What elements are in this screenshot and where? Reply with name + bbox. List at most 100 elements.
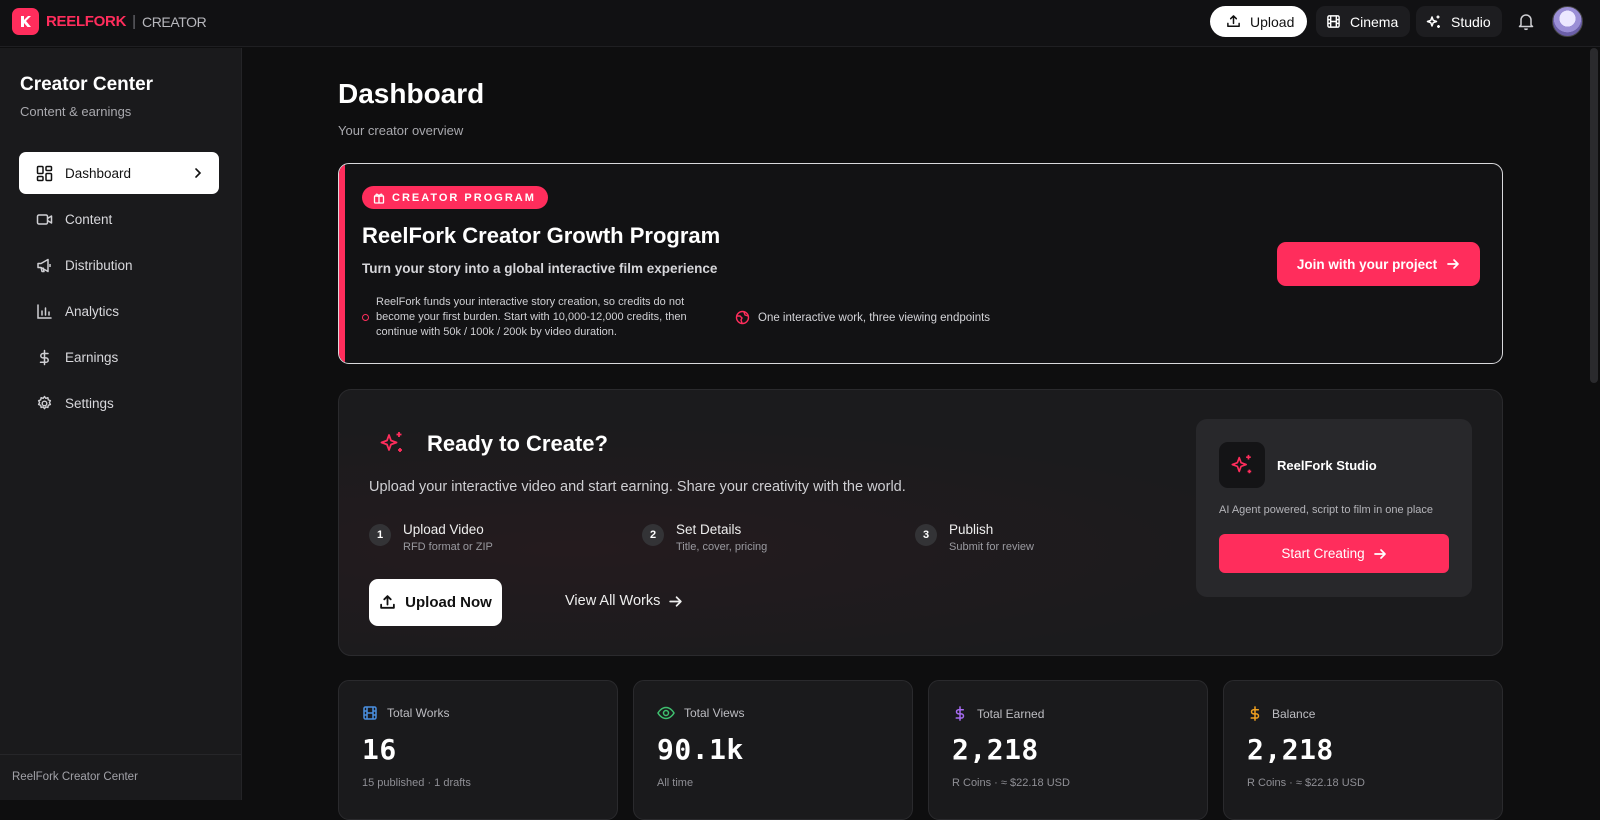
sidebar-footer: ReelFork Creator Center bbox=[0, 754, 241, 800]
join-with-project-button[interactable]: Join with your project bbox=[1277, 242, 1480, 286]
bullet-dot-icon bbox=[362, 314, 369, 321]
upload-button[interactable]: Upload bbox=[1210, 6, 1307, 37]
user-avatar[interactable] bbox=[1552, 6, 1583, 37]
sidebar-item-earnings[interactable]: Earnings bbox=[19, 336, 219, 378]
brand-section: CREATOR bbox=[142, 13, 207, 30]
film-icon bbox=[363, 706, 377, 720]
ready-to-create-card: Ready to Create? Upload your interactive… bbox=[338, 389, 1503, 656]
step-publish: 3 Publish Submit for review bbox=[915, 522, 1034, 553]
sidebar-item-label: Earnings bbox=[65, 349, 119, 365]
sidebar-item-label: Dashboard bbox=[65, 165, 132, 181]
ready-title: Ready to Create? bbox=[427, 431, 608, 456]
cinema-button-label: Cinema bbox=[1350, 13, 1399, 30]
start-creating-label: Start Creating bbox=[1281, 546, 1365, 561]
sidebar-item-distribution[interactable]: Distribution bbox=[19, 244, 219, 286]
upload-icon bbox=[1227, 15, 1240, 27]
accent-bar bbox=[339, 164, 345, 363]
arrow-right-icon bbox=[1447, 259, 1459, 269]
sidebar-item-label: Analytics bbox=[65, 303, 120, 319]
join-button-label: Join with your project bbox=[1296, 256, 1438, 272]
upload-now-button[interactable]: Upload Now bbox=[369, 579, 502, 626]
studio-button-label: Studio bbox=[1451, 13, 1491, 30]
stat-value: 2,218 bbox=[952, 733, 1039, 766]
upload-button-label: Upload bbox=[1250, 13, 1295, 30]
sidebar-item-analytics[interactable]: Analytics bbox=[19, 290, 219, 332]
step-subtitle: RFD format or ZIP bbox=[403, 541, 493, 553]
stat-card-total-works: Total Works 16 15 published · 1 drafts bbox=[338, 680, 618, 820]
dollar-icon bbox=[1250, 706, 1260, 721]
globe-icon bbox=[735, 310, 750, 325]
brand-logo[interactable]: REELFORK | CREATOR bbox=[12, 8, 207, 35]
sidebar: Creator Center Content & earnings Dashbo… bbox=[0, 48, 242, 800]
promo-bullet-endpoints: One interactive work, three viewing endp… bbox=[735, 310, 990, 325]
brand-separator: | bbox=[132, 13, 137, 30]
sidebar-item-label: Content bbox=[65, 211, 113, 227]
studio-description: AI Agent powered, script to film in one … bbox=[1219, 504, 1434, 516]
stat-label: Total Works bbox=[387, 706, 450, 720]
stat-label: Balance bbox=[1272, 706, 1316, 721]
page-title: Dashboard bbox=[338, 78, 485, 109]
gear-icon bbox=[37, 395, 52, 409]
page-subtitle: Your creator overview bbox=[338, 123, 464, 138]
promo-bullet-text: One interactive work, three viewing endp… bbox=[758, 311, 991, 324]
step-subtitle: Submit for review bbox=[949, 541, 1034, 553]
stat-subtext: R Coins · ≈ $22.18 USD bbox=[952, 777, 1070, 789]
top-bar: REELFORK | CREATOR Upload Cinema Studio bbox=[0, 0, 1600, 47]
sidebar-subtitle: Content & earnings bbox=[20, 104, 132, 119]
dollar-icon bbox=[39, 349, 49, 365]
ready-description: Upload your interactive video and start … bbox=[369, 479, 906, 495]
notifications-bell-icon[interactable] bbox=[1517, 12, 1535, 31]
step-title: Set Details bbox=[676, 522, 742, 537]
sparkles-icon bbox=[1219, 442, 1265, 488]
step-number: 3 bbox=[915, 524, 937, 546]
dashboard-icon bbox=[36, 165, 53, 181]
dollar-icon bbox=[955, 706, 965, 721]
sidebar-item-settings[interactable]: Settings bbox=[19, 382, 219, 424]
arrow-right-icon bbox=[669, 595, 683, 607]
stat-value: 16 bbox=[362, 733, 397, 766]
stat-card-balance: Balance 2,218 R Coins · ≈ $22.18 USD bbox=[1223, 680, 1503, 820]
studio-button[interactable]: Studio bbox=[1416, 6, 1502, 37]
stat-subtext: All time bbox=[657, 777, 694, 789]
sidebar-item-label: Distribution bbox=[65, 257, 133, 273]
creator-program-card: CREATOR PROGRAM ReelFork Creator Growth … bbox=[338, 163, 1503, 364]
gift-icon bbox=[373, 192, 385, 204]
chevron-right-icon bbox=[195, 168, 202, 178]
studio-name: ReelFork Studio bbox=[1277, 458, 1377, 473]
cinema-button[interactable]: Cinema bbox=[1316, 6, 1410, 37]
step-number: 2 bbox=[642, 524, 664, 546]
step-number: 1 bbox=[369, 524, 391, 546]
page-scrollbar[interactable] bbox=[1590, 48, 1598, 383]
promo-bullet-funding: ReelFork funds your interactive story cr… bbox=[362, 295, 721, 340]
stat-value: 2,218 bbox=[1247, 733, 1334, 766]
sidebar-item-dashboard[interactable]: Dashboard bbox=[19, 152, 219, 194]
stat-card-total-views: Total Views 90.1k All time bbox=[633, 680, 913, 820]
arrow-right-icon bbox=[1373, 548, 1386, 559]
step-upload-video: 1 Upload Video RFD format or ZIP bbox=[369, 522, 493, 553]
stat-value: 90.1k bbox=[657, 733, 744, 766]
stat-subtext: 15 published · 1 drafts bbox=[362, 777, 471, 789]
badge-label: CREATOR PROGRAM bbox=[392, 191, 536, 204]
sidebar-item-content[interactable]: Content bbox=[19, 198, 219, 240]
stat-label: Total Earned bbox=[977, 706, 1045, 721]
reelfork-logo-icon bbox=[12, 8, 39, 35]
step-set-details: 2 Set Details Title, cover, pricing bbox=[642, 522, 767, 553]
start-creating-button[interactable]: Start Creating bbox=[1219, 534, 1449, 573]
upload-icon bbox=[380, 595, 395, 609]
eye-icon bbox=[657, 706, 675, 720]
view-all-label: View All Works bbox=[565, 593, 661, 609]
reelfork-studio-card: ReelFork Studio AI Agent powered, script… bbox=[1196, 419, 1472, 597]
stat-label: Total Views bbox=[684, 706, 745, 720]
bar-chart-icon bbox=[37, 303, 52, 319]
stat-subtext: R Coins · ≈ $22.18 USD bbox=[1247, 777, 1365, 789]
sidebar-title: Creator Center bbox=[20, 74, 154, 95]
promo-bullet-text: ReelFork funds your interactive story cr… bbox=[376, 296, 687, 338]
promo-subtitle: Turn your story into a global interactiv… bbox=[362, 261, 718, 276]
step-title: Publish bbox=[949, 522, 994, 537]
video-camera-icon bbox=[36, 213, 53, 225]
upload-now-label: Upload Now bbox=[405, 594, 492, 611]
promo-title: ReelFork Creator Growth Program bbox=[362, 223, 721, 248]
sparkles-icon bbox=[1426, 15, 1440, 28]
view-all-works-link[interactable]: View All Works bbox=[565, 593, 683, 609]
step-title: Upload Video bbox=[403, 522, 484, 537]
